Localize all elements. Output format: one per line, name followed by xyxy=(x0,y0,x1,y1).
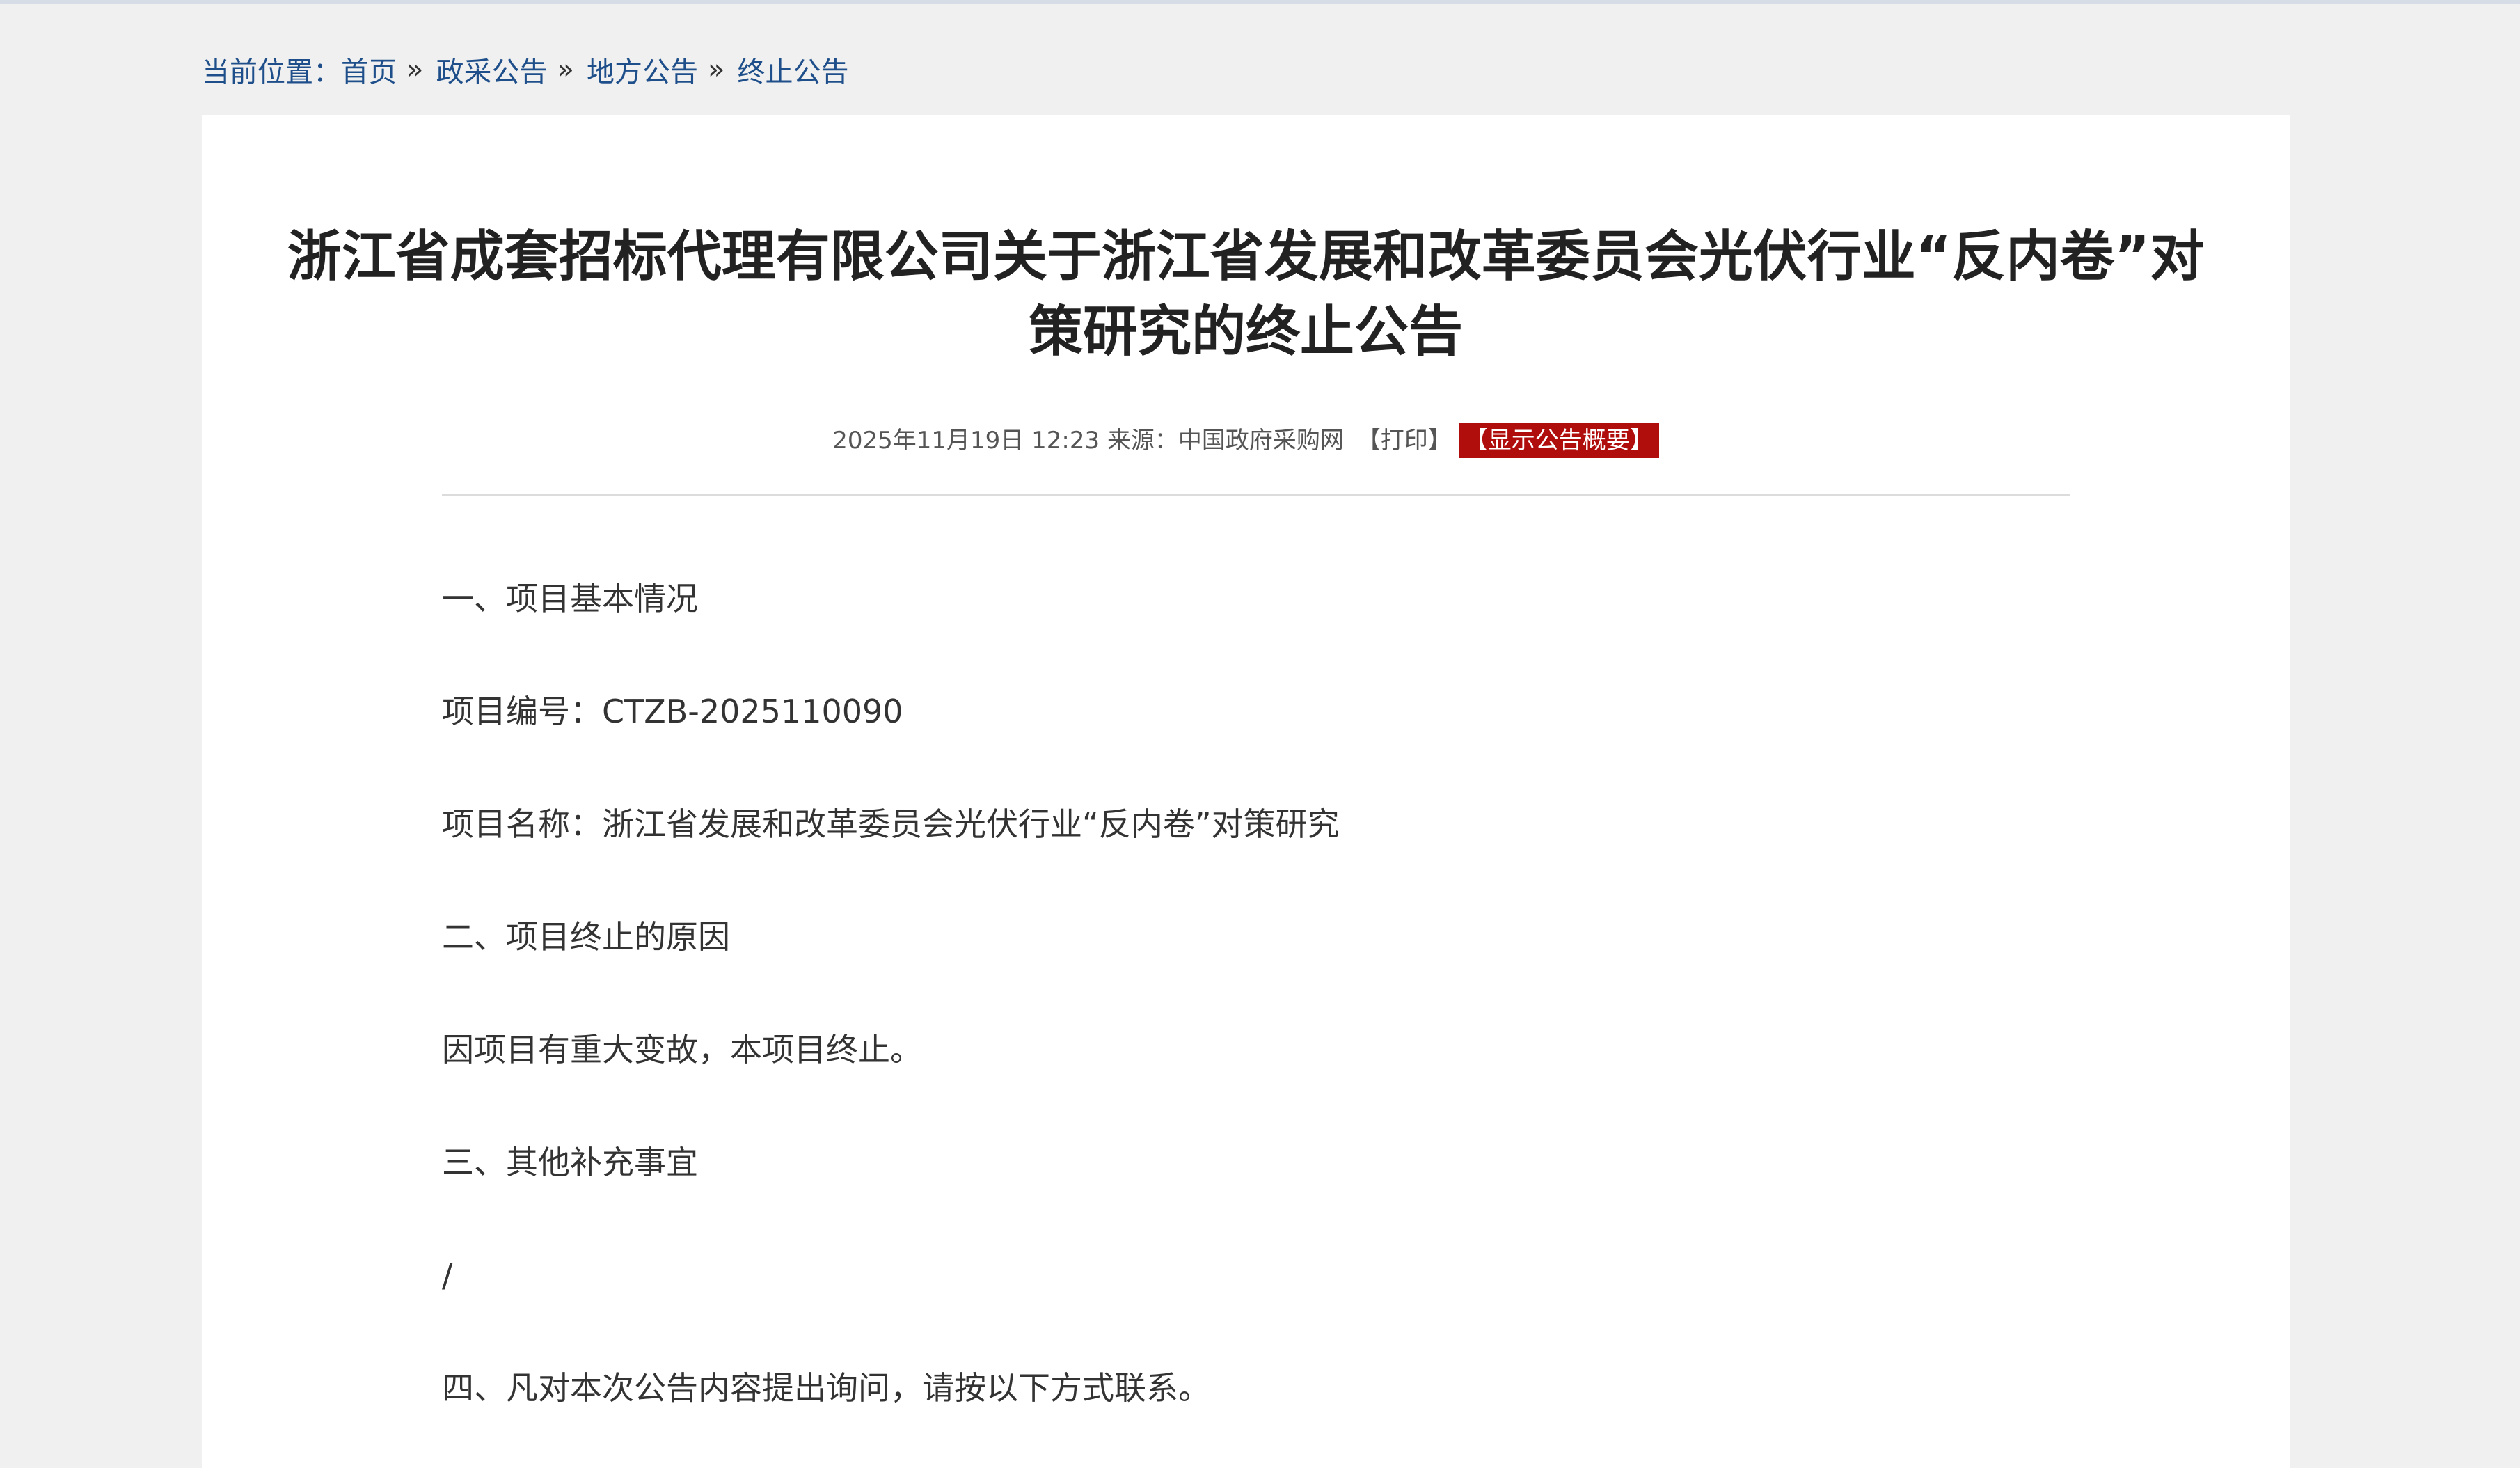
section-heading-basic-info: 一、项目基本情况 xyxy=(442,580,698,617)
print-link[interactable]: 【打印】 xyxy=(1357,427,1452,455)
breadcrumb-local-link[interactable]: 地方公告 xyxy=(587,49,698,90)
article-meta: 2025年11月19日 12:23 来源：中国政府采购网 【打印】 【显示公告概要… xyxy=(202,421,2290,460)
section-heading-termination-reason: 二、项目终止的原因 xyxy=(442,918,730,956)
other-matters-text: / xyxy=(442,1256,453,1294)
article-body: 一、项目基本情况 项目编号：CTZB-2025110090 项目名称：浙江省发展… xyxy=(442,560,2070,1462)
breadcrumb-termination-link[interactable]: 终止公告 xyxy=(737,49,848,90)
section-heading-other-matters: 三、其他补充事宜 xyxy=(442,1144,698,1181)
termination-reason-text: 因项目有重大变故，本项目终止。 xyxy=(442,1031,922,1068)
publish-datetime: 2025年11月19日 12:23 xyxy=(832,427,1100,455)
article-card: 浙江省成套招标代理有限公司关于浙江省发展和改革委员会光伏行业“反内卷”对 策研究… xyxy=(202,115,2290,1468)
project-number: 项目编号：CTZB-2025110090 xyxy=(442,693,903,730)
breadcrumb-separator: » xyxy=(707,54,725,86)
top-strip xyxy=(0,0,2520,4)
breadcrumb-procurement-link[interactable]: 政采公告 xyxy=(436,49,547,90)
project-name: 项目名称：浙江省发展和改革委员会光伏行业“反内卷”对策研究 xyxy=(442,805,1340,843)
show-summary-button[interactable]: 【显示公告概要】 xyxy=(1458,423,1659,458)
source-label: 来源： xyxy=(1107,427,1178,455)
page-title-line-1: 浙江省成套招标代理有限公司关于浙江省发展和改革委员会光伏行业“反内卷”对 xyxy=(287,226,2205,288)
source-name: 中国政府采购网 xyxy=(1178,427,1344,455)
page-title-line-2: 策研究的终止公告 xyxy=(1028,301,1463,363)
breadcrumb-prefix: 当前位置： xyxy=(202,56,341,88)
section-heading-contact: 四、凡对本次公告内容提出询问，请按以下方式联系。 xyxy=(442,1369,1210,1407)
page-title: 浙江省成套招标代理有限公司关于浙江省发展和改革委员会光伏行业“反内卷”对 策研究… xyxy=(202,219,2290,370)
divider xyxy=(442,494,2070,496)
breadcrumb-separator: » xyxy=(557,54,574,86)
breadcrumb-home-link[interactable]: 首页 xyxy=(341,49,397,90)
breadcrumb-separator: » xyxy=(406,54,424,86)
breadcrumb: 当前位置： 首页 » 政采公告 » 地方公告 » 终止公告 xyxy=(202,49,848,90)
